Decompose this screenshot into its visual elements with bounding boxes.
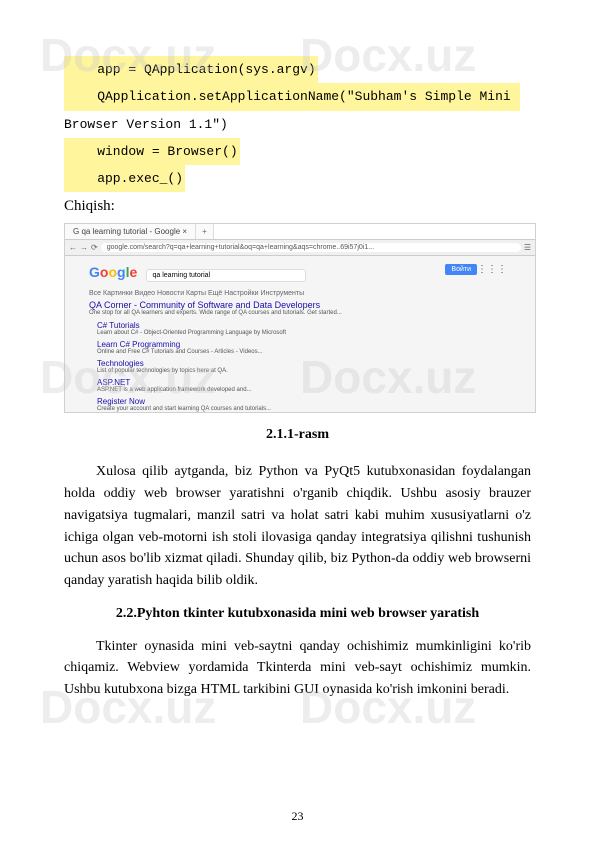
page-number: 23 [0,809,595,824]
result-title: QA Corner - Community of Software and Da… [89,300,511,310]
code-block: app = QApplication(sys.argv) QApplicatio… [64,56,531,192]
paragraph: Tkinter oynasida mini veb-saytni qanday … [64,636,531,701]
google-logo: Google [89,264,137,280]
code-line: app.exec_() [64,165,185,192]
reload-icon: ⟳ [91,243,98,252]
back-icon: ← [69,243,77,252]
result-desc: Online and Free C# Tutorials and Courses… [97,349,511,356]
forward-icon: → [80,243,88,252]
search-result: Register Now Create your account and sta… [97,397,511,413]
result-title: ASP.NET [97,378,511,387]
new-tab-icon: + [196,224,214,239]
figure-caption: 2.1.1-rasm [64,427,531,443]
code-line: app = QApplication(sys.argv) [64,56,318,83]
result-desc: One stop for all QA learners and experts… [89,310,511,317]
search-result: QA Corner - Community of Software and Da… [89,300,511,317]
url-bar: google.com/search?q=qa+learning+tutorial… [101,243,521,252]
search-result: Learn C# Programming Online and Free C# … [97,340,511,356]
search-result: ASP.NET ASP.NET is a web application fra… [97,378,511,394]
search-tabs: Все Картинки Видео Новости Карты Ещё Нас… [89,290,511,297]
result-desc: List of popular technologies by topics h… [97,368,511,375]
code-line: window = Browser() [64,138,240,165]
apps-icon: ⋮⋮⋮ [477,264,507,275]
result-title: Learn C# Programming [97,340,511,349]
result-title: C# Tutorials [97,321,511,330]
result-desc: Create your account and start learning Q… [97,406,511,413]
browser-tab: G qa learning tutorial - Google × [65,224,196,239]
signin-button: Войти [445,264,477,275]
section-heading: 2.2.Pyhton tkinter kutubxonasida mini we… [64,606,531,622]
paragraph: Xulosa qilib aytganda, biz Python va PyQ… [64,461,531,591]
output-label: Chiqish: [64,198,531,215]
search-box: qa learning tutorial [146,269,306,282]
result-desc: ASP.NET is a web application framework d… [97,387,511,394]
code-line: QApplication.setApplicationName("Subham'… [64,83,520,110]
search-result: C# Tutorials Learn about C# - Object-Ori… [97,321,511,337]
menu-icon: ☰ [524,243,531,252]
result-desc: Learn about C# - Object-Oriented Program… [97,330,511,337]
search-result: Technologies List of popular technologie… [97,359,511,375]
result-title: Register Now [97,397,511,406]
code-line: Browser Version 1.1") [64,117,228,132]
browser-screenshot: G qa learning tutorial - Google ×+ ← → ⟳… [64,223,536,413]
result-title: Technologies [97,359,511,368]
